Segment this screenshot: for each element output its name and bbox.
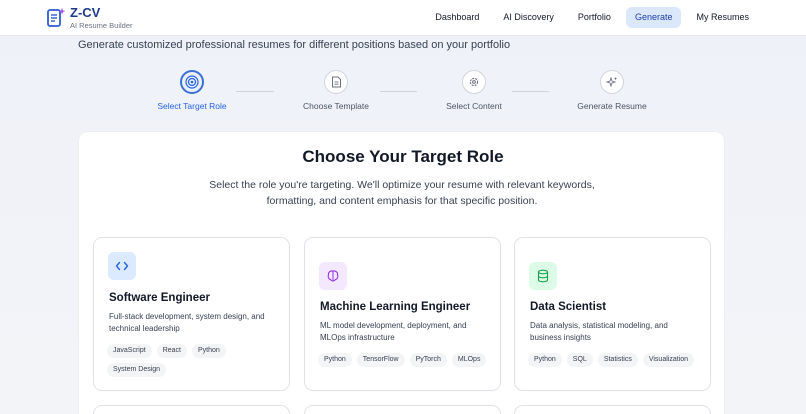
skill-tag: PyTorch [409, 353, 447, 367]
skill-tag: Python [191, 344, 226, 358]
skill-tags: Python SQL Statistics Visualization [528, 353, 703, 367]
database-icon [529, 262, 557, 290]
skill-tag: System Design [107, 363, 167, 377]
step-select-content[interactable]: Select Content [409, 70, 539, 111]
app-logo[interactable]: Z-CV AI Resume Builder [46, 6, 133, 30]
main-nav: Dashboard AI Discovery Portfolio Generat… [426, 7, 758, 28]
top-navbar: Z-CV AI Resume Builder Dashboard AI Disc… [0, 0, 806, 36]
role-description: Full-stack development, system design, a… [109, 312, 265, 333]
step-label: Choose Template [303, 101, 369, 111]
gear-icon [462, 70, 486, 94]
target-icon [180, 70, 204, 94]
role-card-machine-learning-engineer[interactable]: Machine Learning Engineer ML model devel… [304, 237, 501, 391]
skill-tag: SQL [566, 353, 593, 367]
section-title: Choose Your Target Role [302, 147, 504, 166]
skill-tags: Python TensorFlow PyTorch MLOps [318, 353, 493, 367]
resume-logo-icon [47, 8, 66, 27]
skill-tags: JavaScript React Python System Design [107, 344, 282, 377]
role-card-data-scientist[interactable]: Data Scientist Data analysis, statistica… [514, 237, 711, 391]
role-title: Software Engineer [109, 292, 210, 304]
document-icon [324, 70, 348, 94]
step-generate-resume[interactable]: Generate Resume [547, 70, 677, 111]
skill-tag: JavaScript [107, 344, 152, 358]
nav-dashboard[interactable]: Dashboard [426, 7, 488, 28]
step-select-target-role[interactable]: Select Target Role [127, 70, 257, 111]
role-title: Data Scientist [530, 301, 607, 313]
role-description: Data analysis, statistical modeling, and… [530, 321, 668, 342]
code-icon [108, 252, 136, 280]
nav-generate[interactable]: Generate [625, 7, 682, 28]
role-card[interactable] [514, 405, 711, 414]
role-card[interactable] [93, 405, 290, 414]
brain-icon [319, 262, 347, 290]
skill-tag: TensorFlow [356, 353, 405, 367]
role-card-software-engineer[interactable]: Software Engineer Full-stack development… [93, 237, 290, 391]
skill-tag: Python [318, 353, 352, 367]
app-subtitle: AI Resume Builder [70, 21, 133, 30]
skill-tag: React [156, 344, 187, 358]
skill-tag: Visualization [642, 353, 695, 367]
role-title: Machine Learning Engineer [320, 301, 471, 313]
progress-stepper: Select Target Role Choose Template Selec… [0, 70, 806, 116]
skill-tag: Python [528, 353, 562, 367]
app-title: Z-CV [70, 5, 101, 20]
page-subtitle: Generate customized professional resumes… [78, 39, 511, 51]
nav-ai-discovery[interactable]: AI Discovery [494, 7, 563, 28]
step-label: Select Target Role [157, 101, 227, 111]
skill-tag: MLOps [451, 353, 487, 367]
sparkle-icon [600, 70, 624, 94]
nav-portfolio[interactable]: Portfolio [569, 7, 620, 28]
skill-tag: Statistics [597, 353, 638, 367]
role-description: ML model development, deployment, and ML… [320, 321, 467, 342]
role-card[interactable] [304, 405, 501, 414]
step-label: Generate Resume [577, 101, 647, 111]
section-description: Select the role you're targeting. We'll … [209, 179, 595, 207]
nav-my-resumes[interactable]: My Resumes [687, 7, 758, 28]
step-choose-template[interactable]: Choose Template [271, 70, 401, 111]
step-label: Select Content [446, 101, 502, 111]
